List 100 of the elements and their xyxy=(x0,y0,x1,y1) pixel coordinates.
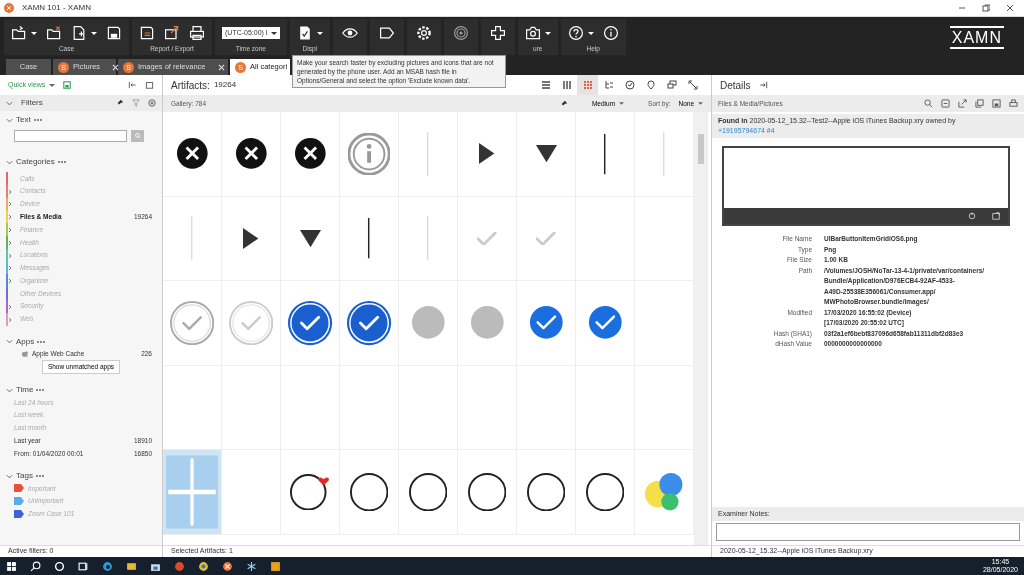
new-file-icon[interactable] xyxy=(71,25,87,41)
gallery-cell[interactable] xyxy=(281,450,340,535)
caret-icon[interactable] xyxy=(91,31,97,35)
gallery-cell[interactable] xyxy=(222,196,281,281)
gallery-cell[interactable] xyxy=(222,281,281,366)
browser-icon[interactable] xyxy=(102,560,113,572)
gallery-cell[interactable] xyxy=(163,112,222,197)
chevron-down-icon[interactable] xyxy=(6,473,13,479)
chevron-down-icon[interactable] xyxy=(6,100,13,106)
copy-icon[interactable] xyxy=(975,99,984,108)
export-image-icon[interactable] xyxy=(992,212,1000,220)
app-icon[interactable] xyxy=(222,560,233,572)
gallery-cell[interactable] xyxy=(163,365,222,450)
folder-icon[interactable] xyxy=(126,560,137,572)
view-button[interactable] xyxy=(577,75,598,95)
vertical-line-icon xyxy=(190,215,194,262)
close-icon[interactable] xyxy=(1006,4,1014,12)
save-report-icon[interactable] xyxy=(139,25,155,41)
tag-icon[interactable] xyxy=(378,25,395,41)
gallery-cell[interactable] xyxy=(281,112,340,197)
gallery-cell[interactable] xyxy=(458,112,517,197)
gallery-cell[interactable] xyxy=(517,112,576,197)
round-sticker-drawing xyxy=(585,472,625,511)
gallery-cell[interactable] xyxy=(340,281,399,366)
list-icon xyxy=(540,80,551,90)
camera-icon[interactable] xyxy=(524,25,541,41)
app-icon[interactable] xyxy=(270,560,281,572)
gallery-cell[interactable] xyxy=(635,450,694,535)
gallery-cell[interactable] xyxy=(635,112,694,197)
x-circle-icon xyxy=(175,137,209,171)
gallery-cell[interactable] xyxy=(517,450,576,535)
snowflake-icon[interactable] xyxy=(246,560,257,572)
pin-icon[interactable] xyxy=(116,99,124,107)
search-field[interactable] xyxy=(14,130,127,142)
gallery-cell[interactable] xyxy=(576,450,635,535)
gallery-cell[interactable] xyxy=(517,196,576,281)
gallery-cell[interactable] xyxy=(281,281,340,366)
gallery-cell[interactable] xyxy=(222,112,281,197)
export-icon[interactable] xyxy=(164,25,180,41)
folder-x-icon[interactable] xyxy=(46,25,62,41)
circle-icon[interactable] xyxy=(54,560,65,572)
chevron-down-icon[interactable] xyxy=(6,387,13,393)
gallery-cell[interactable] xyxy=(163,281,222,366)
gallery-cell[interactable] xyxy=(576,281,635,366)
gallery-cell[interactable] xyxy=(340,450,399,535)
scrollbar-thumb[interactable] xyxy=(698,134,704,164)
gallery-cell[interactable] xyxy=(517,281,576,366)
more-icon[interactable] xyxy=(37,339,46,344)
more-icon[interactable] xyxy=(57,160,66,164)
caret-icon[interactable] xyxy=(316,31,323,35)
play-icon xyxy=(478,142,496,166)
eye-icon[interactable] xyxy=(341,25,358,41)
add-icon[interactable] xyxy=(148,99,156,107)
chat-icon xyxy=(666,80,677,90)
save-icon[interactable] xyxy=(992,99,1001,108)
help-icon[interactable] xyxy=(567,25,584,41)
caret-icon[interactable] xyxy=(587,31,594,35)
print-icon[interactable] xyxy=(189,25,205,41)
restore-icon[interactable] xyxy=(982,4,990,12)
chevron-down-icon[interactable] xyxy=(6,117,13,123)
gallery-cell[interactable] xyxy=(222,450,281,535)
gallery-cell[interactable] xyxy=(399,450,458,535)
notes-field[interactable] xyxy=(716,523,1020,541)
gallery-cell[interactable] xyxy=(458,196,517,281)
gallery-cell[interactable] xyxy=(163,196,222,281)
scrollbar[interactable] xyxy=(694,112,708,545)
gallery-cell[interactable] xyxy=(163,450,222,535)
task-view-icon[interactable] xyxy=(78,560,89,572)
gallery-cell[interactable] xyxy=(340,112,399,197)
close-tab-icon[interactable] xyxy=(217,63,225,71)
pin-icon[interactable] xyxy=(559,99,568,108)
gallery-cell[interactable] xyxy=(458,281,517,366)
caret-icon[interactable] xyxy=(31,31,37,35)
chevron-down-icon[interactable] xyxy=(6,339,13,345)
more-icon[interactable] xyxy=(36,388,45,393)
gallery-cell[interactable] xyxy=(399,281,458,366)
pin-right-icon[interactable] xyxy=(758,81,768,89)
gallery-cell[interactable] xyxy=(399,112,458,197)
collapse-left-icon[interactable] xyxy=(128,81,137,89)
more-icon[interactable] xyxy=(35,474,44,479)
gallery-cell[interactable] xyxy=(281,196,340,281)
chevron-down-icon[interactable] xyxy=(6,159,13,165)
gallery-cell[interactable] xyxy=(576,112,635,197)
gallery-cell[interactable] xyxy=(340,196,399,281)
section-title: Categories xyxy=(16,156,55,168)
document-icon[interactable] xyxy=(941,99,950,108)
x-circle-icon xyxy=(234,137,268,171)
search-icon[interactable] xyxy=(30,560,41,572)
caret-icon[interactable] xyxy=(544,31,551,35)
open-external-icon[interactable] xyxy=(958,99,967,108)
settings-icon[interactable] xyxy=(415,25,432,41)
gallery-cell[interactable] xyxy=(399,196,458,281)
gallery-cell[interactable] xyxy=(458,450,517,535)
gallery-cell[interactable] xyxy=(222,365,281,450)
info-icon[interactable] xyxy=(602,25,619,41)
more-icon[interactable] xyxy=(33,118,42,122)
round-sticker-drawing xyxy=(290,473,330,510)
windows-icon[interactable] xyxy=(6,560,17,572)
open-folder-icon[interactable] xyxy=(11,25,27,41)
panel-icon[interactable] xyxy=(145,81,154,89)
